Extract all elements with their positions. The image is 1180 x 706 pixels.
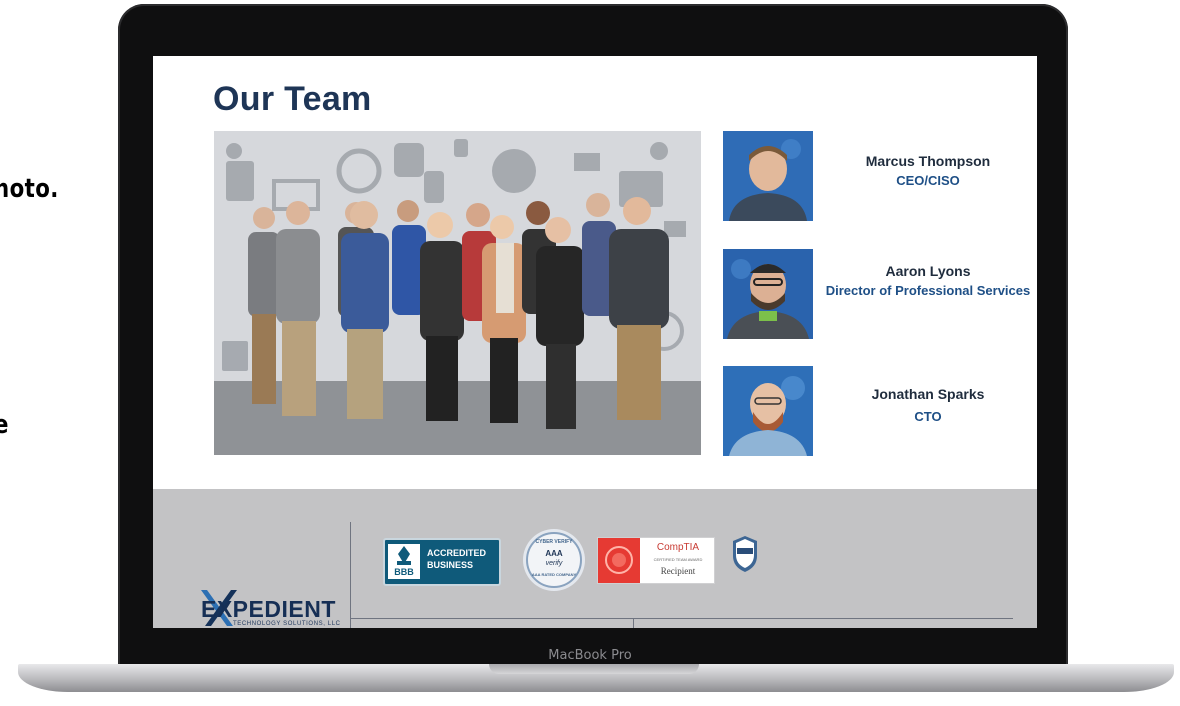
portrait-aaron-illustration xyxy=(723,249,813,339)
slide-title: Our Team xyxy=(213,80,372,118)
shield-badge-icon xyxy=(733,536,757,572)
portrait-jonathan xyxy=(723,366,813,456)
comptia-brand: CompTIA xyxy=(656,542,700,553)
expedient-logo-text: EXPEDIENT xyxy=(201,596,336,622)
comptia-seal-icon xyxy=(605,546,633,574)
portrait-marcus xyxy=(723,131,813,221)
portrait-jonathan-illustration xyxy=(723,366,813,456)
comptia-recipient: Recipient xyxy=(660,566,696,576)
bbb-mark: BBB xyxy=(394,567,414,577)
footer-divider-horizontal xyxy=(350,618,1013,619)
laptop-notch xyxy=(489,664,699,674)
portrait-marcus-illustration xyxy=(723,131,813,221)
team-member-jonathan: Jonathan Sparks CTO xyxy=(723,366,1035,456)
cropped-text-line-2: l xyxy=(0,270,2,300)
cropped-text-line-1: hoto. xyxy=(0,174,59,204)
seal-center: AAA xyxy=(545,549,563,558)
team-group-photo xyxy=(214,131,701,455)
footer-divider-vertical xyxy=(350,522,351,628)
member-name: Aaron Lyons xyxy=(885,263,971,279)
team-member-aaron: Aaron Lyons Director of Professional Ser… xyxy=(723,249,1035,339)
member-role: CEO/CISO xyxy=(896,173,960,188)
bbb-badge: BBB ACCREDITED BUSINESS xyxy=(383,538,501,586)
seal-bottom-text: AAA RATED COMPANY xyxy=(531,572,577,577)
member-name: Jonathan Sparks xyxy=(871,386,985,402)
footer-divider-small xyxy=(633,618,634,628)
device-label: MacBook Pro xyxy=(548,648,632,663)
seal-ring-text: CYBER VERIFY xyxy=(535,539,573,545)
slide-screen: Our Team Marcus Thompson CEO/CISO Aaron … xyxy=(153,56,1037,628)
group-photo-illustration xyxy=(214,131,701,455)
bbb-line-1: ACCREDITED xyxy=(427,548,487,558)
comptia-badge: CompTIA CERTIFIED TEAM AWARD Recipient xyxy=(597,537,715,584)
cropped-text-line-3: e xyxy=(0,410,9,440)
member-role: Director of Professional Services xyxy=(825,283,1031,298)
team-member-marcus: Marcus Thompson CEO/CISO xyxy=(723,131,1035,221)
bbb-logo-box: BBB xyxy=(388,544,420,579)
expedient-logo-subtext: TECHNOLOGY SOLUTIONS, LLC xyxy=(233,621,341,627)
comptia-small-text: CERTIFIED TEAM AWARD xyxy=(653,557,703,562)
seal-sub: verify xyxy=(545,560,563,567)
member-name: Marcus Thompson xyxy=(865,153,991,169)
bbb-torch-icon xyxy=(397,546,411,565)
comptia-red-panel xyxy=(598,538,640,583)
bbb-line-2: BUSINESS xyxy=(427,560,474,570)
cyber-verify-seal: CYBER VERIFY AAA verify AAA RATED COMPAN… xyxy=(526,532,582,588)
portrait-aaron xyxy=(723,249,813,339)
member-role: CTO xyxy=(914,409,942,424)
